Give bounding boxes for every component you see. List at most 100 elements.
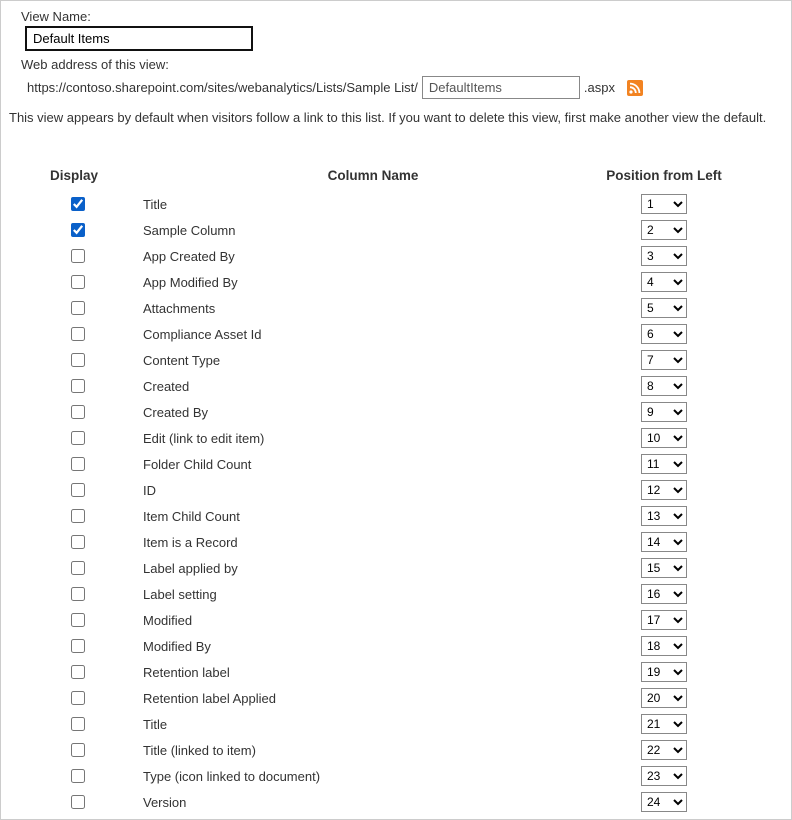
position-select[interactable]: 123456789101112131415161718192021222324: [641, 688, 687, 708]
table-row: Edit (link to edit item)1234567891011121…: [49, 425, 725, 451]
column-name: Compliance Asset Id: [143, 321, 603, 347]
column-name: Type (icon linked to document): [143, 763, 603, 789]
display-checkbox[interactable]: [71, 587, 85, 601]
table-row: Title 12345678910111213141516171819202122…: [49, 711, 725, 737]
table-row: App Created By 12345678910111213141516171…: [49, 243, 725, 269]
position-select[interactable]: 123456789101112131415161718192021222324: [641, 792, 687, 812]
position-select[interactable]: 123456789101112131415161718192021222324: [641, 662, 687, 682]
table-row: Folder Child Count 1234567891011121314151…: [49, 451, 725, 477]
column-name: Created By: [143, 399, 603, 425]
display-checkbox[interactable]: [71, 639, 85, 653]
table-row: Version 123456789101112131415161718192021…: [49, 789, 725, 815]
header-column-name: Column Name: [143, 167, 603, 191]
position-select[interactable]: 123456789101112131415161718192021222324: [641, 584, 687, 604]
column-name: Retention label Applied: [143, 685, 603, 711]
column-name: Content Type: [143, 347, 603, 373]
column-name: Title: [143, 711, 603, 737]
display-checkbox[interactable]: [71, 561, 85, 575]
position-select[interactable]: 123456789101112131415161718192021222324: [641, 740, 687, 760]
column-name: App Created By: [143, 243, 603, 269]
display-checkbox[interactable]: [71, 275, 85, 289]
display-checkbox[interactable]: [71, 535, 85, 549]
display-checkbox[interactable]: [71, 665, 85, 679]
web-address-line: https://contoso.sharepoint.com/sites/web…: [27, 76, 783, 99]
display-checkbox[interactable]: [71, 691, 85, 705]
table-row: Modified12345678910111213141516171819202…: [49, 607, 725, 633]
columns-table: Display Column Name Position from Left T…: [49, 167, 725, 815]
column-name: Sample Column: [143, 217, 603, 243]
display-checkbox[interactable]: [71, 743, 85, 757]
position-select[interactable]: 123456789101112131415161718192021222324: [641, 350, 687, 370]
header-display: Display: [49, 167, 143, 191]
column-name: Label setting: [143, 581, 603, 607]
position-select[interactable]: 123456789101112131415161718192021222324: [641, 506, 687, 526]
table-row: ID 12345678910111213141516171819202122232…: [49, 477, 725, 503]
position-select[interactable]: 123456789101112131415161718192021222324: [641, 324, 687, 344]
position-select[interactable]: 123456789101112131415161718192021222324: [641, 402, 687, 422]
position-select[interactable]: 123456789101112131415161718192021222324: [641, 298, 687, 318]
display-checkbox[interactable]: [71, 379, 85, 393]
table-row: Item Child Count 123456789101112131415161…: [49, 503, 725, 529]
column-name: Attachments: [143, 295, 603, 321]
table-row: Label applied by 123456789101112131415161…: [49, 555, 725, 581]
rss-icon[interactable]: [627, 80, 643, 96]
column-name: Label applied by: [143, 555, 603, 581]
position-select[interactable]: 123456789101112131415161718192021222324: [641, 220, 687, 240]
view-description: This view appears by default when visito…: [9, 109, 783, 127]
position-select[interactable]: 123456789101112131415161718192021222324: [641, 194, 687, 214]
web-address-slug-input[interactable]: [422, 76, 580, 99]
display-checkbox[interactable]: [71, 249, 85, 263]
table-row: Content Type 1234567891011121314151617181…: [49, 347, 725, 373]
column-name: App Modified By: [143, 269, 603, 295]
table-row: App Modified By 1234567891011121314151617…: [49, 269, 725, 295]
position-select[interactable]: 123456789101112131415161718192021222324: [641, 376, 687, 396]
table-row: Retention label1234567891011121314151617…: [49, 659, 725, 685]
display-checkbox[interactable]: [71, 613, 85, 627]
position-select[interactable]: 123456789101112131415161718192021222324: [641, 480, 687, 500]
table-row: Type (icon linked to document) 1234567891…: [49, 763, 725, 789]
display-checkbox[interactable]: [71, 509, 85, 523]
column-name: Item is a Record: [143, 529, 603, 555]
column-name: Title (linked to item): [143, 737, 603, 763]
position-select[interactable]: 123456789101112131415161718192021222324: [641, 714, 687, 734]
position-select[interactable]: 123456789101112131415161718192021222324: [641, 272, 687, 292]
table-row: Label setting 123456789101112131415161718…: [49, 581, 725, 607]
display-checkbox[interactable]: [71, 717, 85, 731]
display-checkbox[interactable]: [71, 301, 85, 315]
display-checkbox[interactable]: [71, 353, 85, 367]
view-name-input[interactable]: [25, 26, 253, 51]
column-name: Version: [143, 789, 603, 815]
column-name: Created: [143, 373, 603, 399]
position-select[interactable]: 123456789101112131415161718192021222324: [641, 610, 687, 630]
position-select[interactable]: 123456789101112131415161718192021222324: [641, 636, 687, 656]
view-settings-panel: View Name: Web address of this view: htt…: [0, 0, 792, 820]
display-checkbox[interactable]: [71, 457, 85, 471]
table-row: Compliance Asset Id 123456789101112131415…: [49, 321, 725, 347]
display-checkbox[interactable]: [71, 769, 85, 783]
web-address-label: Web address of this view:: [21, 57, 783, 72]
header-position: Position from Left: [603, 167, 725, 191]
column-name: Item Child Count: [143, 503, 603, 529]
position-select[interactable]: 123456789101112131415161718192021222324: [641, 246, 687, 266]
display-checkbox[interactable]: [71, 327, 85, 341]
table-row: Created By 123456789101112131415161718192…: [49, 399, 725, 425]
display-checkbox[interactable]: [71, 197, 85, 211]
display-checkbox[interactable]: [71, 483, 85, 497]
position-select[interactable]: 123456789101112131415161718192021222324: [641, 532, 687, 552]
table-row: Title12345678910111213141516171819202122…: [49, 191, 725, 217]
display-checkbox[interactable]: [71, 223, 85, 237]
position-select[interactable]: 123456789101112131415161718192021222324: [641, 558, 687, 578]
position-select[interactable]: 123456789101112131415161718192021222324: [641, 766, 687, 786]
column-name: ID: [143, 477, 603, 503]
column-name: Modified By: [143, 633, 603, 659]
position-select[interactable]: 123456789101112131415161718192021222324: [641, 428, 687, 448]
table-row: Item is a Record 123456789101112131415161…: [49, 529, 725, 555]
display-checkbox[interactable]: [71, 431, 85, 445]
display-checkbox[interactable]: [71, 795, 85, 809]
position-select[interactable]: 123456789101112131415161718192021222324: [641, 454, 687, 474]
display-checkbox[interactable]: [71, 405, 85, 419]
table-row: Created 123456789101112131415161718192021…: [49, 373, 725, 399]
column-name: Folder Child Count: [143, 451, 603, 477]
table-row: Title (linked to item) 123456789101112131…: [49, 737, 725, 763]
view-name-label: View Name:: [21, 9, 783, 24]
